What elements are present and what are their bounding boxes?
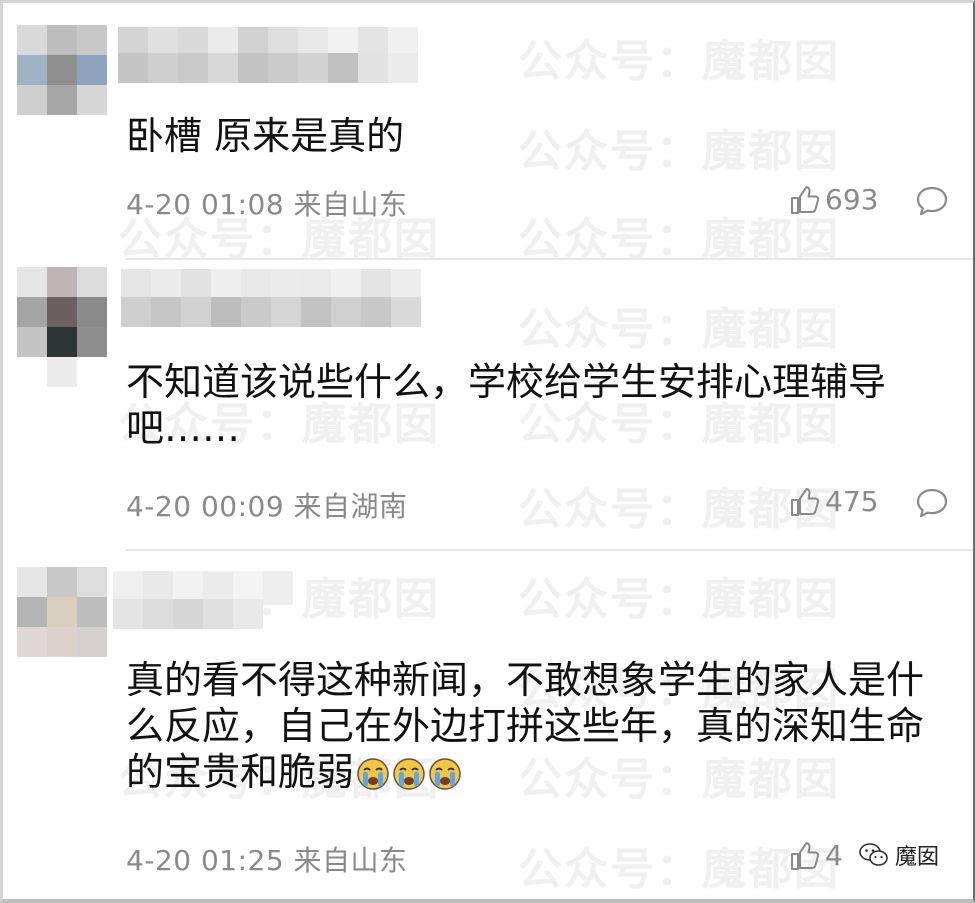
like-button[interactable]: 475 xyxy=(789,485,878,518)
avatar-blur xyxy=(47,357,77,387)
comment-date: 4-20 01:25 xyxy=(126,844,285,877)
divider xyxy=(126,549,973,551)
comment-text: 卧槽 原来是真的 xyxy=(126,114,405,158)
username-blur xyxy=(118,53,418,83)
comment-location: 来自山东 xyxy=(293,188,408,221)
wechat-icon xyxy=(859,843,888,866)
comment-date: 4-20 00:09 xyxy=(126,490,285,523)
thumbs-up-icon xyxy=(791,841,820,870)
avatar[interactable] xyxy=(17,567,107,657)
crying-face-icon xyxy=(357,758,389,790)
like-count: 475 xyxy=(825,485,879,518)
comment-text: 真的看不得这种新闻，不敢想象学生的家人是什么反应，自己在外边打拼这些年，真的深知… xyxy=(126,657,936,795)
comment-icon[interactable] xyxy=(915,185,949,217)
brand-label: 魔囡 xyxy=(894,845,939,870)
comment-meta: 4-20 01:08 来自山东 xyxy=(126,183,408,223)
comment-list: 公众号：魔都囡 公众号：魔都囡 公众号：魔都囡 公众号：魔都囡 公众号：魔都囡 … xyxy=(0,0,975,903)
avatar[interactable] xyxy=(17,25,107,115)
comment-meta: 4-20 01:25 来自山东 xyxy=(126,839,408,879)
comment-item: 卧槽 原来是真的 4-20 01:08 来自山东 693 xyxy=(3,3,973,263)
comment-location: 来自山东 xyxy=(293,844,408,877)
like-count: 4 xyxy=(825,839,843,872)
crying-face-icon xyxy=(429,758,461,790)
like-button[interactable]: 693 xyxy=(789,183,878,216)
comment-icon[interactable] xyxy=(915,487,949,519)
thumbs-up-icon xyxy=(791,487,820,516)
crying-face-icon xyxy=(393,758,425,790)
like-count: 693 xyxy=(825,183,879,216)
divider xyxy=(126,258,973,260)
comment-location: 来自湖南 xyxy=(293,490,408,523)
comment-meta: 4-20 00:09 来自湖南 xyxy=(126,485,408,525)
comment-item: 真的看不得这种新闻，不敢想象学生的家人是什么反应，自己在外边打拼这些年，真的深知… xyxy=(3,553,973,899)
comment-item: 不知道该说些什么，学校给学生安排心理辅导吧…… 4-20 00:09 来自湖南 … xyxy=(3,263,973,548)
like-button[interactable]: 4 xyxy=(789,839,843,872)
comment-text: 不知道该说些什么，学校给学生安排心理辅导吧…… xyxy=(126,360,887,450)
username-blur xyxy=(113,599,263,629)
username-blur xyxy=(121,297,421,327)
comment-date: 4-20 01:08 xyxy=(126,188,285,221)
thumbs-up-icon xyxy=(791,185,820,214)
avatar[interactable] xyxy=(17,267,107,357)
comment-text-body: 真的看不得这种新闻，不敢想象学生的家人是什么反应，自己在外边打拼这些年，真的深知… xyxy=(126,658,925,794)
brand-badge: 魔囡 xyxy=(854,837,943,873)
